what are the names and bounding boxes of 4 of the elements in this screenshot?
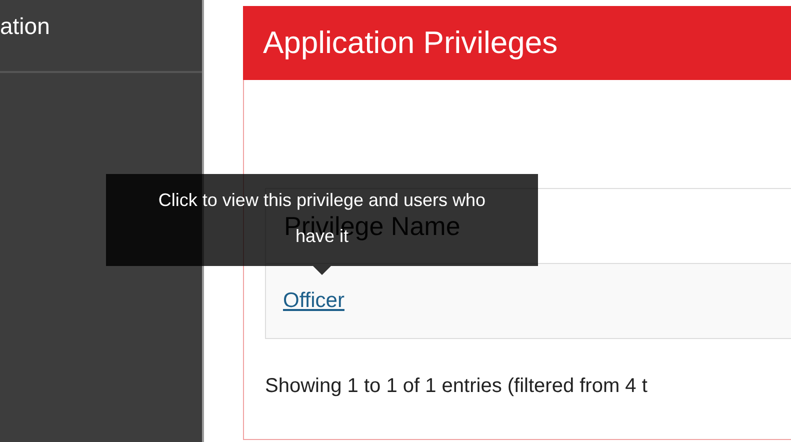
privilege-link[interactable]: Officer xyxy=(283,289,344,313)
sidebar-item[interactable]: ation xyxy=(0,0,202,73)
panel-title: Application Privileges xyxy=(243,6,791,80)
entries-info: Showing 1 to 1 of 1 entries (filtered from 4 t xyxy=(265,375,648,398)
